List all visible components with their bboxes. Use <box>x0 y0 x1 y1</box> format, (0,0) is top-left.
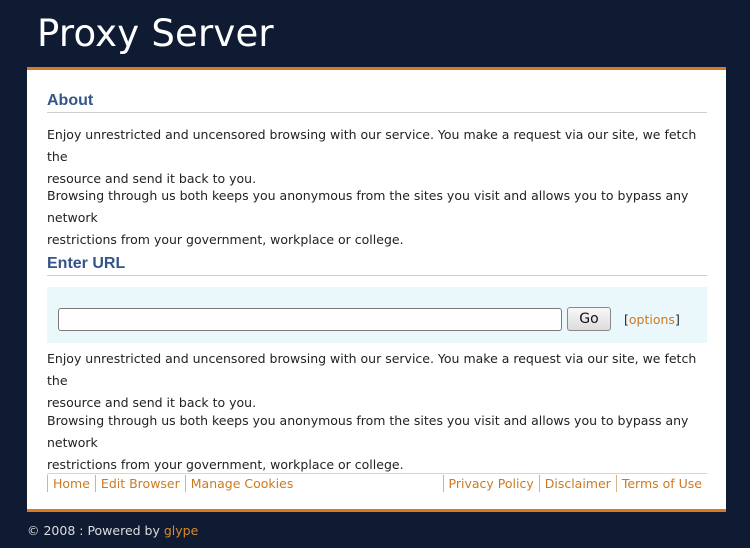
enter-url-paragraph-1: Enjoy unrestricted and uncensored browsi… <box>47 348 707 414</box>
go-button[interactable]: Go <box>567 307 611 331</box>
copyright-text: © 2008 : Powered by <box>27 523 164 538</box>
about-paragraph-2: Browsing through us both keeps you anony… <box>47 185 707 251</box>
nav-privacy-policy-link[interactable]: Privacy Policy <box>442 475 539 492</box>
nav-manage-cookies-link[interactable]: Manage Cookies <box>184 475 299 492</box>
options-link[interactable]: options <box>629 312 675 327</box>
footer-nav-left: Home Edit Browser Manage Cookies <box>47 475 298 492</box>
enter-url-heading: Enter URL <box>47 255 707 276</box>
about-paragraph-1-line-1: Enjoy unrestricted and uncensored browsi… <box>47 127 697 164</box>
about-paragraph-2-line-2: restrictions from your government, workp… <box>47 232 404 247</box>
enter-url-paragraph-2-line-1: Browsing through us both keeps you anony… <box>47 413 689 450</box>
nav-edit-browser-link[interactable]: Edit Browser <box>94 475 185 492</box>
about-paragraph-1: Enjoy unrestricted and uncensored browsi… <box>47 124 707 190</box>
nav-home-link[interactable]: Home <box>47 475 95 492</box>
enter-url-paragraph-1-line-1: Enjoy unrestricted and uncensored browsi… <box>47 351 697 388</box>
about-heading: About <box>47 92 707 113</box>
url-form: Go [options] <box>47 287 707 343</box>
main-content: About Enjoy unrestricted and uncensored … <box>27 67 726 512</box>
url-input[interactable] <box>58 308 562 331</box>
glype-link[interactable]: glype <box>164 523 198 538</box>
nav-terms-of-use-link[interactable]: Terms of Use <box>615 475 707 492</box>
options-bracket-close: ] <box>674 312 680 327</box>
copyright: © 2008 : Powered by glype <box>27 523 198 538</box>
nav-disclaimer-link[interactable]: Disclaimer <box>538 475 616 492</box>
enter-url-paragraph-2: Browsing through us both keeps you anony… <box>47 410 707 476</box>
footer-nav: Home Edit Browser Manage Cookies Privacy… <box>47 473 707 493</box>
footer-nav-right: Privacy Policy Disclaimer Terms of Use <box>442 475 707 492</box>
site-title: Proxy Server <box>37 12 274 55</box>
options-group: [options] <box>624 312 680 327</box>
about-paragraph-2-line-1: Browsing through us both keeps you anony… <box>47 188 689 225</box>
